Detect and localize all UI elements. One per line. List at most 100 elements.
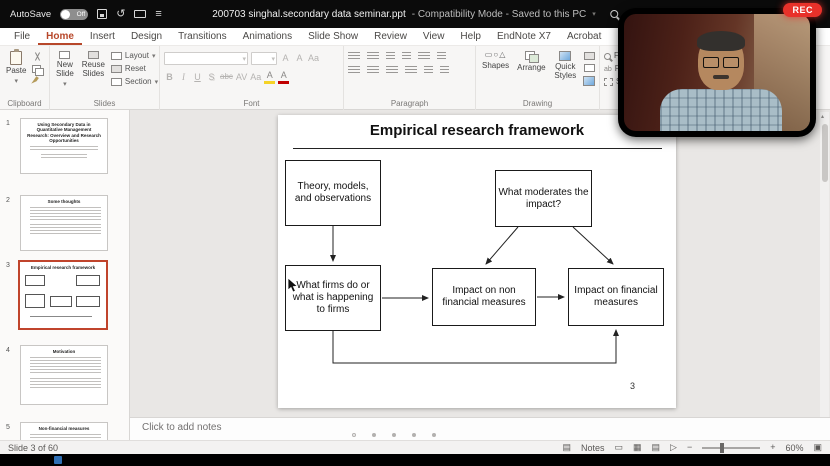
font-size-combobox[interactable] xyxy=(251,52,277,65)
scrollbar-thumb[interactable] xyxy=(822,124,828,182)
quick-styles-label: Quick Styles xyxy=(554,63,577,81)
ribbon-group-clipboard: Paste ▾ Clipboard xyxy=(0,46,50,110)
zoom-slider-thumb[interactable] xyxy=(720,443,724,453)
scroll-up-icon[interactable]: ▴ xyxy=(821,113,824,120)
text-shadow-button[interactable]: S xyxy=(206,72,217,83)
zoom-level[interactable]: 60% xyxy=(785,443,803,453)
align-right-icon[interactable] xyxy=(386,66,398,75)
tab-review[interactable]: Review xyxy=(366,29,415,45)
slide-thumbnail-panel: 1 Using Secondary Data in Quantitative M… xyxy=(0,110,130,440)
notes-placeholder[interactable]: Click to add notes xyxy=(142,422,222,433)
numbering-icon[interactable] xyxy=(367,52,379,61)
shape-effects-icon[interactable] xyxy=(583,76,595,86)
underline-button[interactable]: U xyxy=(192,72,203,83)
ribbon-group-drawing: ▭○△ Shapes Arrange Quick Styles Drawing xyxy=(476,46,600,110)
increase-indent-icon[interactable] xyxy=(402,52,411,61)
justify-icon[interactable] xyxy=(405,66,417,75)
section-button[interactable]: Section ▾ xyxy=(111,78,158,86)
tab-help[interactable]: Help xyxy=(452,29,489,45)
new-slide-chevron-icon: ▾ xyxy=(63,81,67,89)
columns-icon[interactable] xyxy=(424,66,433,75)
tab-home[interactable]: Home xyxy=(38,29,82,45)
fit-to-window-icon[interactable]: ▣ xyxy=(813,443,822,452)
tab-design[interactable]: Design xyxy=(123,29,170,45)
font-name-combobox[interactable] xyxy=(164,52,248,65)
layout-chevron-icon: ▾ xyxy=(152,53,156,60)
dot-icon xyxy=(392,433,396,437)
highlight-color-button[interactable]: A xyxy=(264,70,275,84)
tab-slide-show[interactable]: Slide Show xyxy=(300,29,366,45)
shapes-label: Shapes xyxy=(482,62,509,71)
align-center-icon[interactable] xyxy=(367,66,379,75)
undo-icon[interactable]: ↺ xyxy=(116,9,125,20)
slide-canvas[interactable]: Empirical research framework Theory, mod… xyxy=(278,115,676,408)
search-icon[interactable] xyxy=(610,10,618,18)
flow-box-financial[interactable]: Impact on financial measures xyxy=(568,268,664,326)
clear-formatting-button[interactable]: Aa xyxy=(308,53,319,64)
tab-insert[interactable]: Insert xyxy=(82,29,123,45)
align-text-icon[interactable] xyxy=(440,66,449,75)
save-icon[interactable] xyxy=(97,9,107,19)
vertical-scrollbar[interactable]: ▴ xyxy=(820,112,829,438)
paste-icon xyxy=(10,51,22,65)
arrange-button[interactable]: Arrange xyxy=(515,49,547,73)
view-slideshow-icon[interactable]: ▷ xyxy=(670,443,677,452)
bold-button[interactable]: B xyxy=(164,72,175,83)
zoom-in-icon[interactable]: + xyxy=(770,443,775,452)
text-direction-icon[interactable] xyxy=(418,52,430,61)
strikethrough-button[interactable]: abc xyxy=(220,72,233,82)
cut-icon[interactable] xyxy=(33,52,42,61)
new-slide-button[interactable]: New Slide ▾ xyxy=(54,49,76,88)
bullets-icon[interactable] xyxy=(348,52,360,61)
slideshow-icon[interactable] xyxy=(134,10,146,18)
italic-button[interactable]: I xyxy=(178,72,189,83)
taskbar-app-icon[interactable] xyxy=(54,456,62,464)
tab-view[interactable]: View xyxy=(415,29,453,45)
line-spacing-icon[interactable] xyxy=(437,52,446,61)
flow-box-moderators[interactable]: What moderates the impact? xyxy=(495,170,592,227)
notes-toggle-label[interactable]: Notes xyxy=(581,443,605,453)
font-color-button[interactable]: A xyxy=(278,70,289,84)
view-slide-sorter-icon[interactable]: ▦ xyxy=(633,443,642,452)
tab-transitions[interactable]: Transitions xyxy=(170,29,235,45)
thumbnail-number: 1 xyxy=(6,120,10,127)
flow-box-nonfinancial[interactable]: Impact on non financial measures xyxy=(432,268,536,326)
shape-outline-icon[interactable] xyxy=(584,64,595,72)
section-label: Section xyxy=(125,78,152,86)
zoom-out-icon[interactable]: − xyxy=(687,443,692,452)
paste-button[interactable]: Paste ▾ xyxy=(4,49,28,85)
character-spacing-button[interactable]: AV xyxy=(236,72,247,83)
title-chevron-icon[interactable]: ▾ xyxy=(592,10,596,18)
tab-file[interactable]: File xyxy=(6,29,38,45)
reuse-slides-button[interactable]: Reuse Slides xyxy=(80,49,107,79)
flow-box-what-firms-do[interactable]: What firms do or what is happening to fi… xyxy=(285,265,381,331)
view-reading-icon[interactable]: ▤ xyxy=(652,443,661,452)
flow-box-theory[interactable]: Theory, models, and observations xyxy=(285,160,381,226)
notes-pane[interactable]: Click to add notes xyxy=(130,417,830,440)
tab-animations[interactable]: Animations xyxy=(235,29,300,45)
autosave-toggle[interactable]: Off xyxy=(60,9,88,20)
arrange-label: Arrange xyxy=(517,64,545,73)
format-painter-icon[interactable] xyxy=(31,76,44,89)
quick-styles-button[interactable]: Quick Styles xyxy=(552,49,579,81)
zoom-slider[interactable] xyxy=(702,447,760,449)
notes-toggle-icon[interactable]: ▤ xyxy=(562,443,571,452)
paste-chevron-icon: ▾ xyxy=(14,78,18,86)
grow-font-button[interactable]: A xyxy=(280,53,291,64)
align-left-icon[interactable] xyxy=(348,66,360,75)
copy-icon[interactable] xyxy=(32,65,42,74)
tab-endnote[interactable]: EndNote X7 xyxy=(489,29,559,45)
tab-acrobat[interactable]: Acrobat xyxy=(559,29,609,45)
view-normal-icon[interactable]: ▭ xyxy=(614,443,623,452)
shapes-button[interactable]: ▭○△ Shapes xyxy=(480,49,511,71)
thumbnail-number: 2 xyxy=(6,197,10,204)
decrease-indent-icon[interactable] xyxy=(386,52,395,61)
menu-icon[interactable]: ≡ xyxy=(155,9,161,20)
layout-button[interactable]: Layout ▾ xyxy=(111,52,158,60)
reset-button[interactable]: Reset xyxy=(111,65,158,73)
shrink-font-button[interactable]: A xyxy=(294,53,305,64)
shape-fill-icon[interactable] xyxy=(584,52,595,60)
quick-styles-icon xyxy=(559,51,571,61)
glasses xyxy=(703,57,739,68)
change-case-button[interactable]: Aa xyxy=(250,72,261,83)
